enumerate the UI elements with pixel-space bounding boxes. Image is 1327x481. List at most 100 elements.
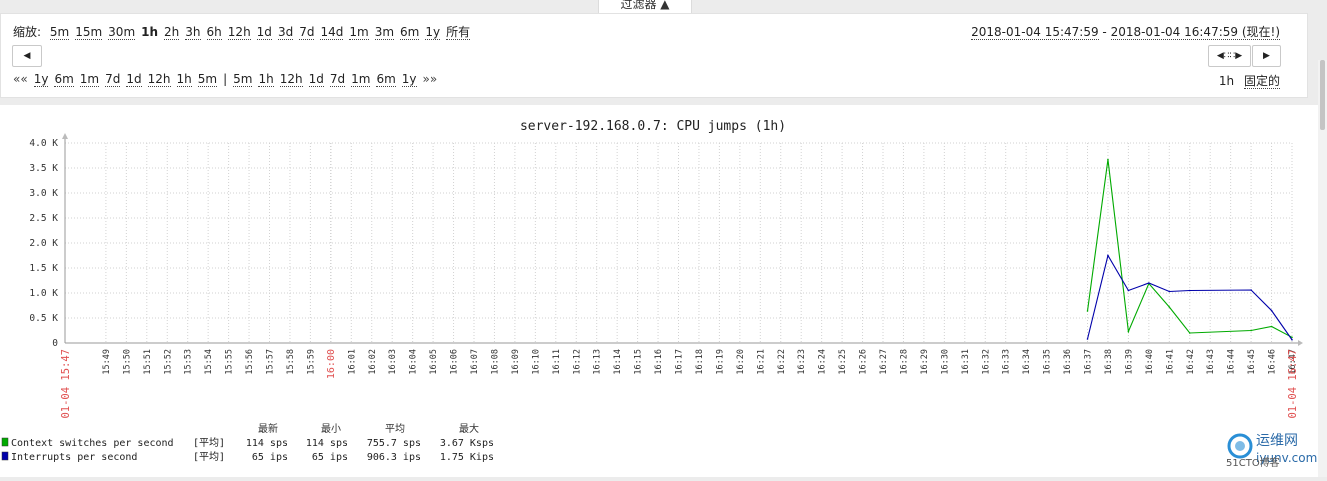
nav-forward-12h[interactable]: 12h: [279, 72, 303, 87]
period-display: 2018-01-04 15:47:59 - 2018-01-04 16:47:5…: [971, 23, 1280, 40]
legend-function: [平均]: [193, 451, 225, 463]
zoom-option-1y[interactable]: 1y: [425, 25, 441, 40]
nav-back-1y[interactable]: 1y: [33, 72, 49, 87]
y-axis-arrow-icon: [62, 133, 68, 139]
legend-avg: 906.3 ips: [367, 452, 421, 463]
x-tick-label: 16:05: [429, 349, 439, 375]
zoom-option-2h[interactable]: 2h: [164, 25, 180, 40]
zoom-option-12h[interactable]: 12h: [227, 25, 251, 40]
x-tick-label: 16:45: [1247, 349, 1257, 375]
x-tick-label: 15:54: [204, 349, 214, 375]
data-point: [1086, 310, 1089, 312]
period-slider-button[interactable]: ◀∷∷▶: [1208, 45, 1251, 67]
x-end-label: 01-04 16:47: [1287, 349, 1299, 419]
legend-header: 平均: [385, 423, 405, 435]
nav-forward-arrows: »»: [422, 72, 438, 86]
y-tick-label: 2.5 K: [29, 213, 58, 224]
nav-back-1d[interactable]: 1d: [126, 72, 142, 87]
zoom-option-6h[interactable]: 6h: [206, 25, 222, 40]
x-tick-label: 16:30: [940, 349, 950, 375]
data-point: [1107, 158, 1109, 161]
navigation-row: «« 1y 6m 1m 7d 1d 12h 1h 5m | 5m 1h 12h 1d 7d 1m 6m 1y »»: [13, 72, 443, 87]
scrollbar-thumb[interactable]: [1320, 60, 1325, 130]
zoom-option-1h[interactable]: 1h: [141, 25, 158, 39]
x-tick-label: 15:51: [143, 349, 153, 375]
x-tick-label: 16:36: [1063, 349, 1073, 375]
x-tick-label: 16:07: [470, 349, 480, 375]
x-tick-label: 16:16: [654, 349, 664, 375]
x-tick-label: 16:00: [326, 349, 337, 379]
chart-title: server-192.168.0.7: CPU jumps (1h): [520, 119, 786, 134]
nav-back-arrows: ««: [13, 72, 28, 86]
period-from[interactable]: 2018-01-04 15:47:59: [971, 25, 1099, 40]
x-tick-label: 16:10: [531, 349, 541, 375]
nav-forward-5m[interactable]: 5m: [233, 72, 253, 87]
zoom-option-所有[interactable]: 所有: [446, 25, 471, 40]
nav-forward-1m[interactable]: 1m: [351, 72, 371, 87]
legend-max: 1.75 Kips: [440, 452, 494, 463]
nav-forward-6m[interactable]: 6m: [376, 72, 396, 87]
zoom-option-30m[interactable]: 30m: [108, 25, 136, 40]
zoom-option-7d[interactable]: 7d: [299, 25, 315, 40]
x-start-label: 01-04 15:47: [60, 349, 72, 419]
zoom-option-3d[interactable]: 3d: [277, 25, 294, 40]
legend-min: 65 ips: [312, 452, 348, 463]
nav-back-5m[interactable]: 5m: [197, 72, 218, 87]
legend-max: 3.67 Ksps: [440, 438, 494, 449]
nav-back-12h[interactable]: 12h: [147, 72, 171, 87]
y-tick-label: 3.0 K: [29, 188, 58, 199]
filter-tab[interactable]: 过滤器 ▲: [598, 0, 692, 14]
data-point: [1168, 306, 1171, 308]
nav-forward-1y[interactable]: 1y: [401, 72, 417, 87]
watermark-brand-cn: 运维网: [1256, 433, 1298, 449]
zoom-option-14d[interactable]: 14d: [320, 25, 344, 40]
x-tick-label: 16:24: [818, 349, 828, 375]
nav-forward-1d[interactable]: 1d: [308, 72, 324, 87]
x-tick-label: 16:20: [736, 349, 746, 375]
data-point: [1086, 338, 1089, 340]
nav-back-1h[interactable]: 1h: [176, 72, 192, 87]
data-point: [1107, 254, 1109, 257]
data-point: [1168, 290, 1171, 293]
nav-back-6m[interactable]: 6m: [54, 72, 74, 87]
nav-back-7d[interactable]: 7d: [105, 72, 121, 87]
x-tick-label: 16:11: [552, 349, 562, 375]
nav-forward-7d[interactable]: 7d: [329, 72, 346, 87]
zoom-option-15m[interactable]: 15m: [75, 25, 103, 40]
x-tick-label: 15:57: [266, 349, 276, 375]
x-tick-label: 16:18: [695, 349, 705, 375]
y-tick-label: 2.0 K: [29, 238, 58, 249]
zoom-option-6m[interactable]: 6m: [400, 25, 420, 40]
y-tick-label: 1.5 K: [29, 263, 58, 274]
scroll-back-button[interactable]: ◀: [12, 45, 42, 67]
x-tick-label: 16:40: [1145, 349, 1155, 375]
fixed-toggle[interactable]: 固定的: [1243, 74, 1280, 89]
y-tick-label: 0: [52, 338, 58, 349]
nav-back-1m[interactable]: 1m: [79, 72, 100, 87]
zoom-option-5m[interactable]: 5m: [49, 25, 70, 40]
legend-function: [平均]: [193, 437, 225, 449]
x-tick-label: 16:31: [961, 349, 971, 375]
legend-series-name: Interrupts per second: [11, 452, 137, 463]
graph-panel: server-192.168.0.7: CPU jumps (1h) 15:49 1…: [0, 105, 1327, 477]
period-to[interactable]: 2018-01-04 16:47:59 (现在!): [1110, 25, 1280, 40]
x-tick-label: 16:33: [1002, 349, 1012, 375]
watermark-corner-text: ©51CTO博客: [1226, 456, 1280, 468]
data-point: [1188, 289, 1191, 292]
x-axis-arrow-icon: [1298, 340, 1303, 346]
zoom-option-3m[interactable]: 3m: [374, 25, 395, 40]
scroll-forward-button[interactable]: ▶: [1252, 45, 1281, 67]
period-separator: -: [1098, 25, 1111, 39]
zoom-option-3h[interactable]: 3h: [185, 25, 201, 40]
zoom-option-1d[interactable]: 1d: [256, 25, 272, 40]
data-point: [1291, 338, 1293, 341]
legend-swatch: [1, 451, 9, 461]
x-tick-label: 15:50: [122, 349, 132, 375]
x-tick-label: 16:15: [634, 349, 644, 375]
zoom-row: 缩放: 5m 15m 30m 1h 2h 3h 6h 12h 1d 3d 7d 14d 1m 3m 6m 1y…: [13, 23, 476, 40]
zoom-option-1m[interactable]: 1m: [349, 25, 369, 40]
x-tick-label: 16:04: [409, 349, 419, 375]
data-point: [1270, 309, 1273, 312]
nav-forward-1h[interactable]: 1h: [258, 72, 274, 87]
legend-header: 最小: [321, 423, 341, 435]
